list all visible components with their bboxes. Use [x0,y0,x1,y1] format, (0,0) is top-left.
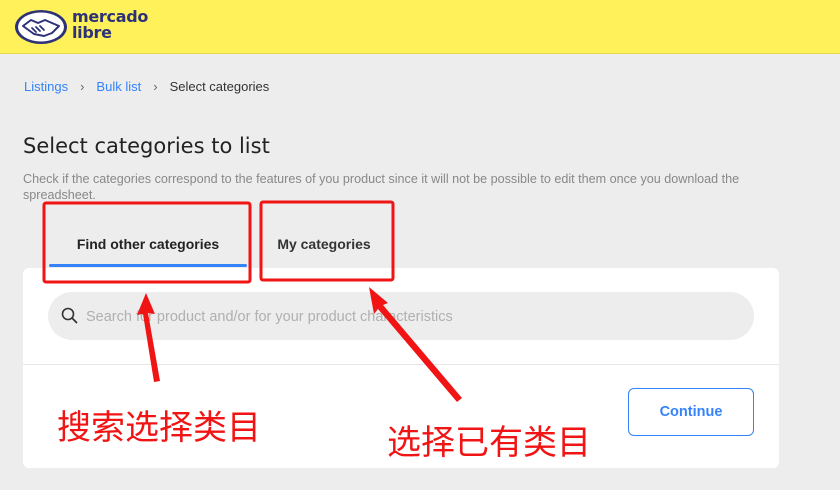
top-header: mercado libre [0,0,840,54]
annotation-search-note: 搜索选择类目 [57,408,261,448]
chevron-right-icon: › [80,79,85,94]
logo-line2: libre [72,23,112,42]
annotation-existing-note: 选择已有类目 [387,423,591,463]
tab-my-categories[interactable]: My categories [259,222,389,266]
continue-button[interactable]: Continue [628,388,754,436]
active-tab-indicator [49,264,247,267]
breadcrumb-bulk-list[interactable]: Bulk list [96,79,141,94]
handshake-logo-icon [15,10,67,44]
search-input[interactable] [84,292,738,342]
search-box[interactable] [48,292,754,342]
tab-find-other-categories[interactable]: Find other categories [49,222,247,266]
breadcrumb-current: Select categories [169,79,270,94]
breadcrumb: Listings › Bulk list › Select categories [24,79,269,94]
page-description: Check if the categories correspond to th… [23,172,740,202]
divider [23,364,779,365]
page-title: Select categories to list [23,134,270,158]
mercado-libre-logo[interactable]: mercado libre [14,8,164,46]
chevron-right-icon: › [153,79,158,94]
breadcrumb-listings[interactable]: Listings [24,79,68,94]
logo-text: mercado libre [72,9,148,41]
search-icon [61,307,78,324]
